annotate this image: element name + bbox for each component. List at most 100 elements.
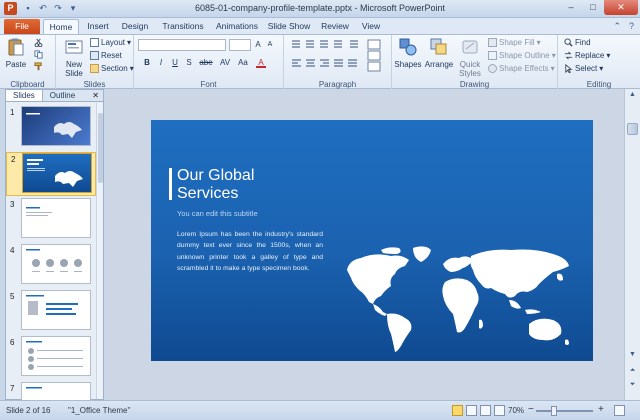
fit-slide-icon[interactable] — [614, 405, 625, 416]
pane-close-icon[interactable]: ✕ — [88, 90, 103, 101]
slide-thumbnail-2[interactable]: 2 — [6, 152, 96, 196]
tab-slides[interactable]: Slides — [6, 90, 43, 101]
font-size-combo[interactable] — [229, 39, 251, 51]
slide-subtitle[interactable]: You can edit this subtitle — [177, 209, 258, 218]
tab-review[interactable]: Review — [318, 19, 352, 34]
slide-counter: Slide 2 of 16 — [6, 406, 51, 415]
title-accent-bar — [169, 168, 172, 200]
underline-icon[interactable]: U — [170, 58, 180, 68]
zoom-out-icon[interactable]: − — [528, 404, 534, 415]
slide-thumbnail-4[interactable]: 4 — [6, 244, 96, 288]
slide-sorter-view-icon[interactable] — [466, 405, 477, 416]
slide-body-text[interactable]: Lorem Ipsum has been the industry's stan… — [177, 229, 323, 274]
window-controls: – □ ✕ — [560, 0, 638, 15]
help-icon[interactable]: ? — [629, 21, 634, 32]
arrange-icon — [430, 38, 447, 55]
new-slide-button[interactable]: New Slide — [60, 37, 88, 78]
strikethrough-icon[interactable]: abe — [198, 58, 214, 68]
theme-name[interactable]: "1_Office Theme" — [68, 406, 130, 415]
italic-icon[interactable]: I — [156, 58, 166, 68]
shrink-font-icon[interactable]: A — [265, 40, 275, 50]
thumb-world-map-icon — [27, 159, 83, 187]
zoom-in-icon[interactable]: + — [598, 404, 604, 415]
replace-icon — [564, 51, 573, 60]
vertical-scrollbar[interactable]: ▲ ▼ ⏶ ⏷ — [624, 89, 640, 400]
tab-insert[interactable]: Insert — [83, 19, 113, 34]
slide-thumbnail-7[interactable]: 7 — [6, 382, 96, 400]
scroll-down-icon[interactable]: ▼ — [627, 351, 638, 361]
next-slide-icon[interactable]: ⏷ — [627, 381, 638, 391]
maximize-button[interactable]: □ — [582, 0, 604, 15]
previous-slide-icon[interactable]: ⏶ — [627, 367, 638, 377]
change-case-icon[interactable]: Aa — [236, 58, 250, 68]
paste-button[interactable]: Paste — [3, 37, 29, 69]
quick-styles-button[interactable]: Quick Styles — [456, 37, 484, 78]
pane-scrollbar[interactable] — [96, 103, 103, 399]
zoom-slider-handle[interactable] — [551, 406, 557, 416]
drawing-group-label: Drawing — [459, 80, 490, 89]
title-bar: P ▪ ↶ ↷ ▾ 6085-01-company-profile-templa… — [0, 0, 640, 18]
paragraph-group-label: Paragraph — [318, 80, 357, 89]
reading-view-icon[interactable] — [480, 405, 491, 416]
slides-pane: Slides Outline ✕ 1 2 3 4 5 6 7 — [5, 89, 104, 400]
current-slide[interactable]: Our Global Services You can edit this su… — [151, 120, 593, 361]
reset-button[interactable]: Reset — [90, 51, 122, 60]
tab-design[interactable]: Design — [118, 19, 152, 34]
pane-tabs: Slides Outline ✕ — [6, 90, 103, 102]
find-button[interactable]: Find — [564, 38, 591, 47]
section-button[interactable]: Section ▾ — [90, 64, 134, 73]
ribbon-tabs: File Home Insert Design Transitions Anim… — [0, 18, 640, 34]
clipboard-group-label: Clipboard — [10, 80, 45, 89]
close-button[interactable]: ✕ — [604, 0, 638, 15]
shape-effects-button[interactable]: Shape Effects ▾ — [488, 64, 555, 73]
clipboard-group: Paste Clipboard — [0, 35, 56, 90]
editing-group-label: Editing — [586, 80, 612, 89]
drawing-group: Shapes Arrange Quick Styles Shape Fill ▾ … — [392, 35, 558, 90]
tab-animations[interactable]: Animations — [213, 19, 261, 34]
tab-home[interactable]: Home — [43, 19, 79, 34]
editing-group: Find Replace ▾ Select ▾ Editing — [558, 35, 640, 90]
replace-button[interactable]: Replace ▾ — [564, 51, 610, 60]
font-color-icon[interactable]: A — [256, 58, 266, 68]
scroll-up-icon[interactable]: ▲ — [627, 91, 638, 101]
slide-thumbnail-1[interactable]: 1 — [6, 106, 96, 150]
tab-outline[interactable]: Outline — [43, 90, 82, 101]
cut-icon[interactable] — [34, 38, 43, 47]
select-button[interactable]: Select ▾ — [564, 64, 603, 73]
window-title: 6085-01-company-profile-template.pptx - … — [194, 3, 446, 13]
minimize-button[interactable]: – — [560, 0, 582, 15]
slide-show-view-icon[interactable] — [494, 405, 505, 416]
shapes-icon — [399, 38, 417, 56]
shadow-icon[interactable]: S — [184, 58, 194, 68]
zoom-slider[interactable] — [536, 410, 593, 412]
copy-icon[interactable] — [34, 50, 43, 59]
tab-view[interactable]: View — [358, 19, 384, 34]
layout-button[interactable]: Layout ▾ — [90, 38, 131, 47]
slide-title[interactable]: Our Global Services — [177, 167, 307, 203]
slide-editing-area: Our Global Services You can edit this su… — [106, 89, 624, 400]
paste-icon — [8, 38, 24, 56]
slide-thumbnail-6[interactable]: 6 — [6, 336, 96, 380]
normal-view-icon[interactable] — [452, 405, 463, 416]
shape-outline-button[interactable]: Shape Outline ▾ — [488, 51, 556, 60]
bold-icon[interactable]: B — [142, 58, 152, 68]
shape-fill-button[interactable]: Shape Fill ▾ — [488, 38, 541, 47]
scrollbar-thumb[interactable] — [627, 123, 638, 135]
tab-transitions[interactable]: Transitions — [158, 19, 208, 34]
minimize-ribbon-icon[interactable]: ⌃ — [613, 21, 621, 32]
slide-thumbnail-5[interactable]: 5 — [6, 290, 96, 334]
zoom-level[interactable]: 70% — [508, 406, 524, 415]
shapes-button[interactable]: Shapes — [394, 37, 422, 69]
format-painter-icon[interactable] — [34, 62, 43, 71]
slides-group-label: Slides — [83, 80, 106, 89]
font-name-combo[interactable] — [138, 39, 226, 51]
find-icon — [564, 38, 573, 47]
tab-slide-show[interactable]: Slide Show — [266, 19, 312, 34]
char-spacing-icon[interactable]: AV — [218, 58, 232, 68]
select-icon — [565, 64, 573, 73]
grow-font-icon[interactable]: A — [253, 40, 263, 50]
arrange-button[interactable]: Arrange — [424, 37, 454, 69]
slide-thumbnail-3[interactable]: 3 — [6, 198, 96, 242]
tab-file[interactable]: File — [4, 19, 40, 34]
paragraph-tools-icon[interactable] — [290, 39, 386, 73]
